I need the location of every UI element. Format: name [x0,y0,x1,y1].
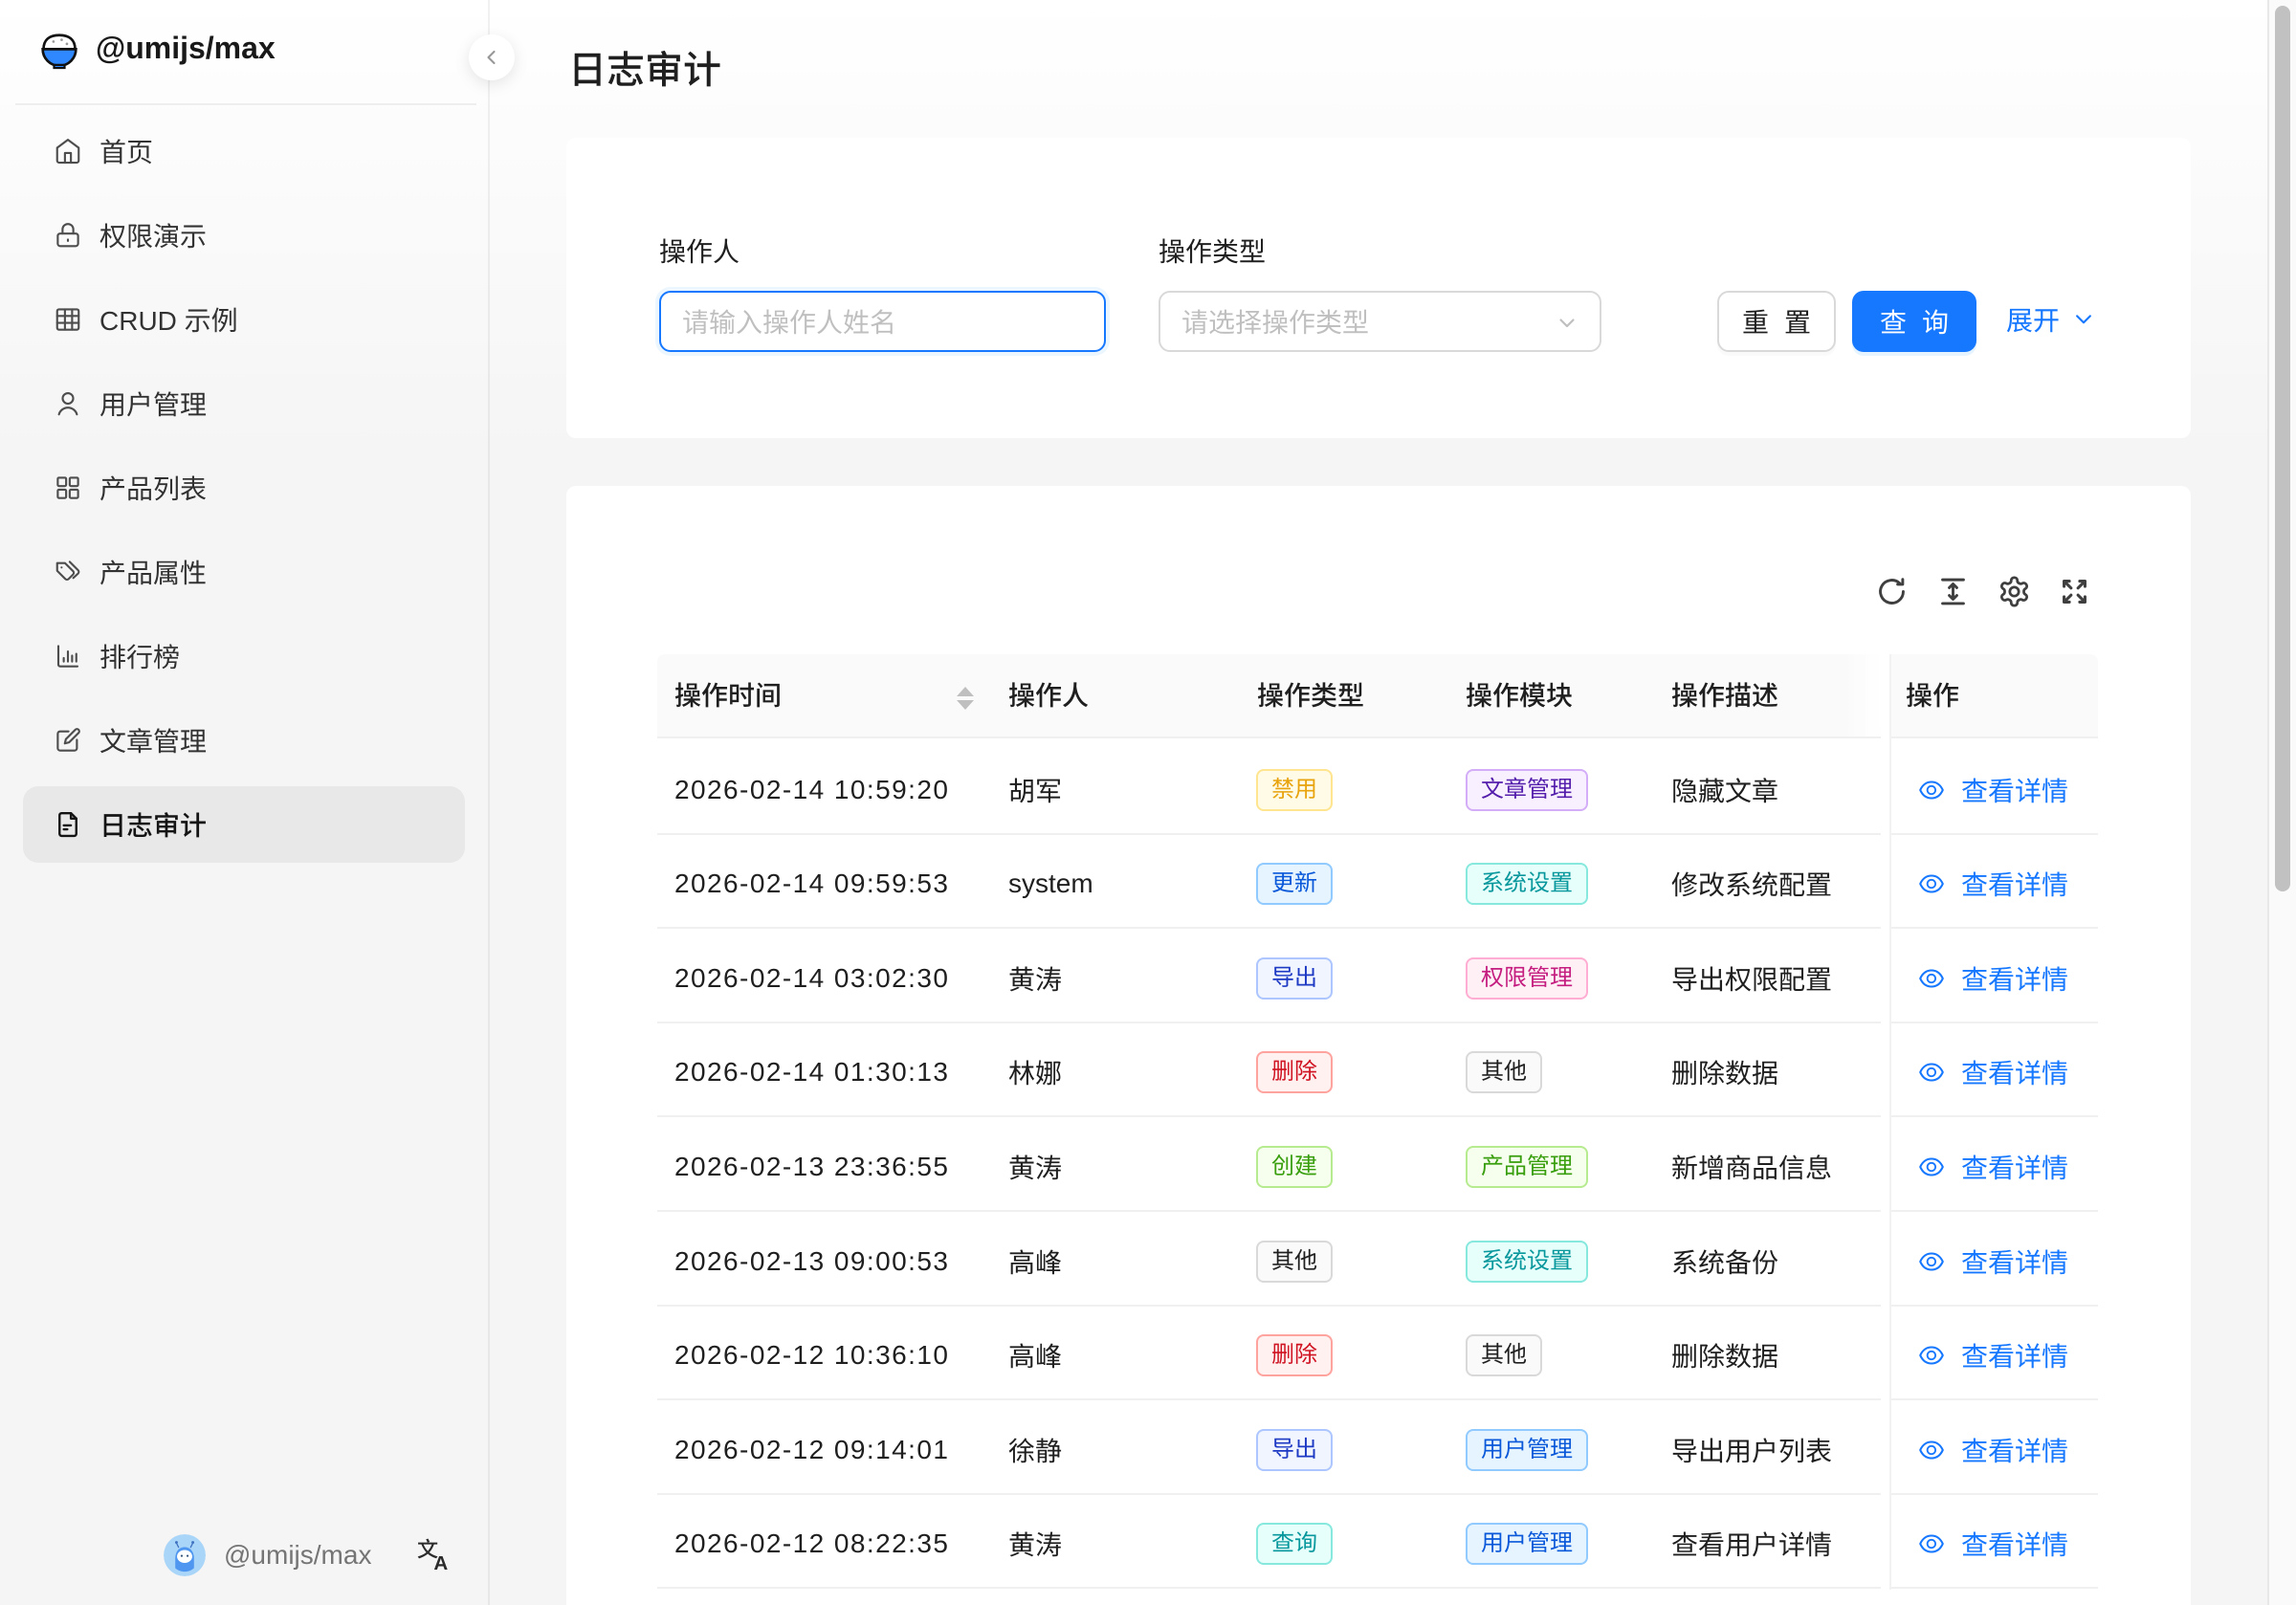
svg-text:A: A [433,1552,448,1572]
